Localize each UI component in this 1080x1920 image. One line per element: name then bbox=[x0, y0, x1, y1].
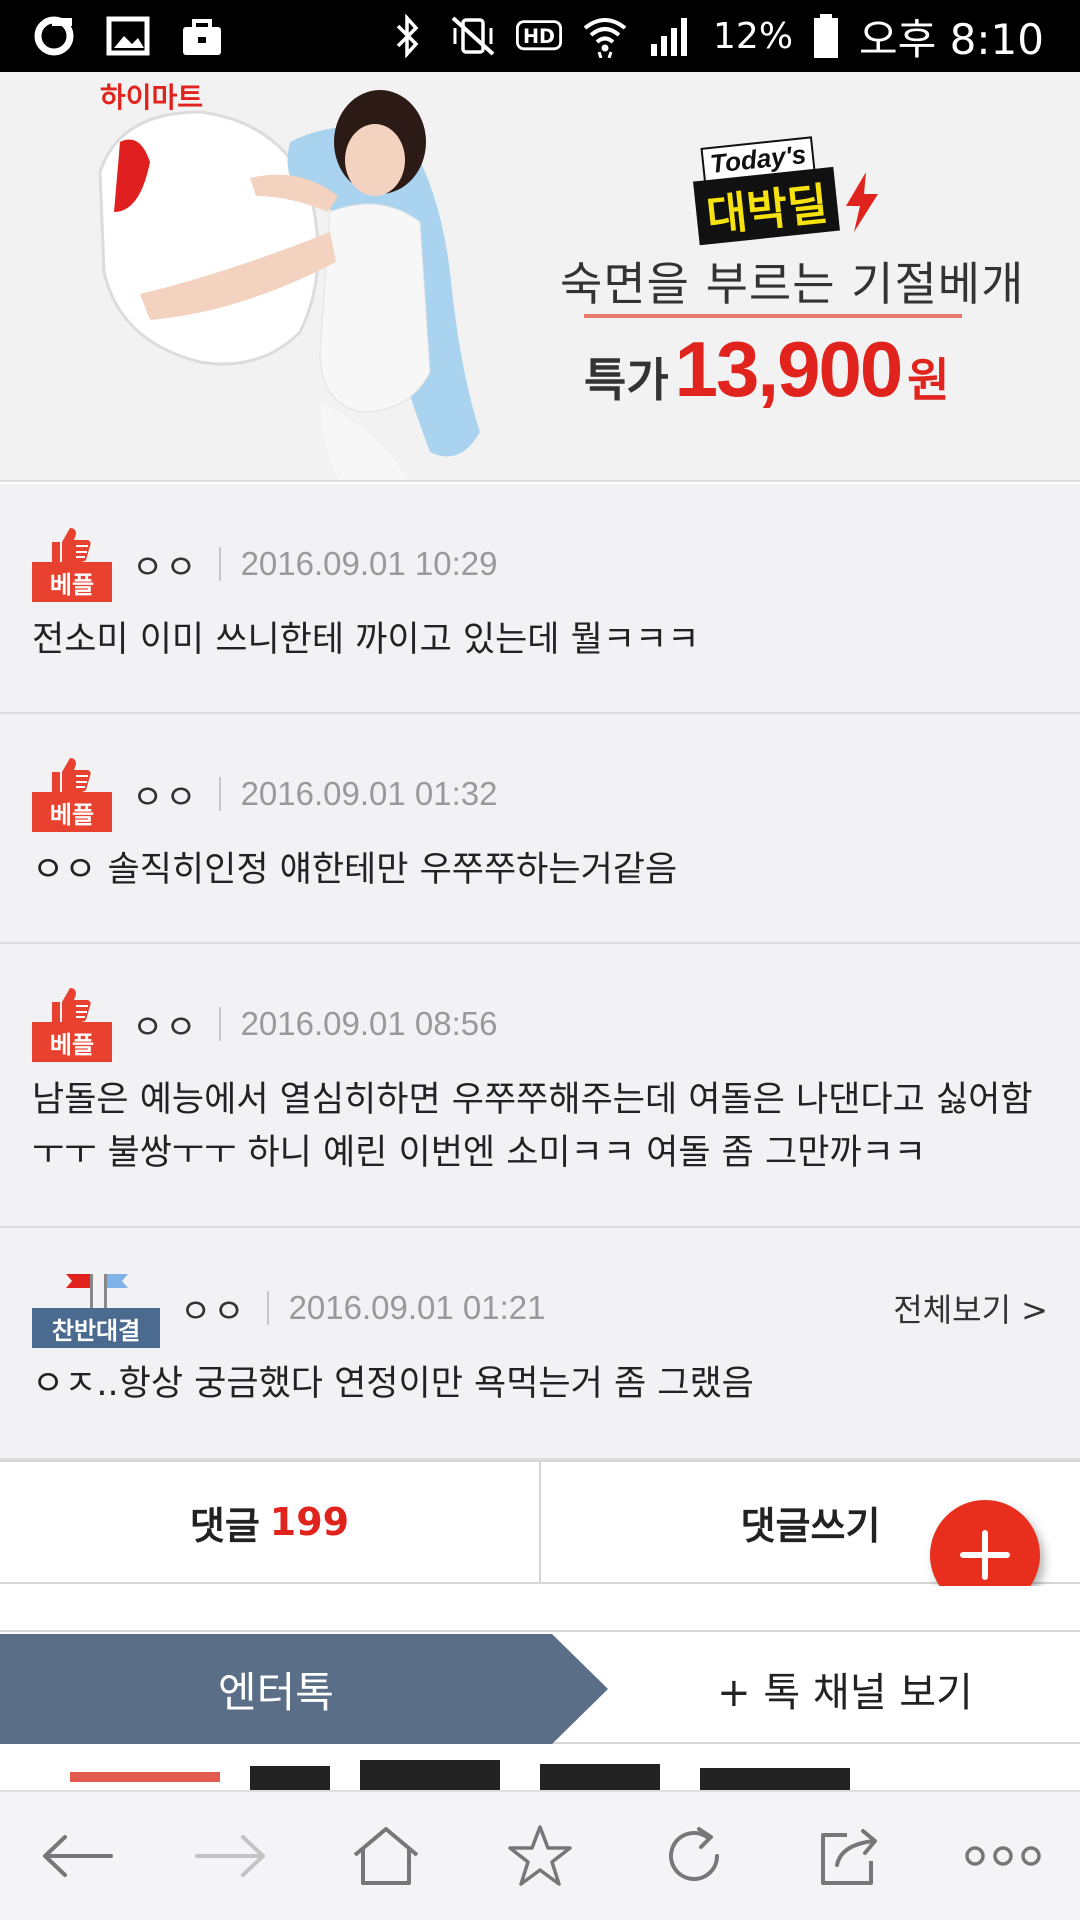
comment-author: ㅇㅇ bbox=[132, 777, 199, 818]
clock: 오후 8:10 bbox=[859, 14, 1044, 64]
thumbs-up-icon bbox=[52, 528, 91, 562]
tab-entertalk[interactable]: 엔터톡 bbox=[0, 1634, 610, 1744]
more-button[interactable] bbox=[948, 1801, 1058, 1911]
refresh-icon bbox=[669, 1827, 720, 1881]
ad-product-image bbox=[98, 90, 480, 480]
comment-item[interactable]: 베플 ㅇㅇ 2016.09.01 01:32 ㅇㅇ 솔직히인정 얘한테만 우쭈쭈… bbox=[0, 714, 1080, 944]
comments-button[interactable]: 댓글 199 bbox=[0, 1462, 539, 1582]
svg-text:HD: HD bbox=[523, 25, 555, 48]
vibrate-icon bbox=[449, 14, 497, 58]
hd-icon: HD bbox=[515, 14, 563, 58]
ad-banner[interactable]: 하이마트 Today's 대박딜 숙면을 부르는 기절베개 특가 13,900 … bbox=[0, 72, 1080, 482]
tab-entertalk-label: 엔터톡 bbox=[218, 1667, 334, 1717]
back-icon bbox=[43, 1835, 114, 1877]
flags-icon bbox=[66, 1274, 128, 1308]
bluetooth-icon bbox=[383, 14, 431, 58]
best-reply-badge: 베플 bbox=[32, 756, 112, 832]
spacer bbox=[0, 1586, 1080, 1632]
home-icon bbox=[353, 1827, 418, 1885]
gallery-icon bbox=[104, 14, 152, 58]
comment-text: 전소미 이미 쓰니한테 까이고 있는데 뭘ㅋㅋㅋ bbox=[32, 620, 700, 660]
signal-icon bbox=[647, 14, 695, 58]
lightning-icon bbox=[846, 172, 878, 232]
share-button[interactable] bbox=[794, 1801, 904, 1911]
home-button[interactable] bbox=[331, 1801, 441, 1911]
refresh-button[interactable] bbox=[639, 1801, 749, 1911]
cropped-text-row bbox=[70, 1760, 850, 1790]
battery-percent: 12% bbox=[713, 15, 794, 57]
forward-button[interactable] bbox=[176, 1801, 286, 1911]
write-comment-label: 댓글쓰기 bbox=[740, 1503, 881, 1548]
divider bbox=[218, 777, 221, 811]
divider bbox=[218, 1007, 221, 1041]
share-icon bbox=[820, 1829, 877, 1885]
comment-date: 2016.09.01 01:32 bbox=[240, 775, 498, 812]
battery-icon bbox=[811, 14, 841, 58]
ad-price: 특가 13,900 원 bbox=[584, 325, 950, 413]
bookmark-icon bbox=[508, 1825, 572, 1886]
channel-bar: 엔터톡 + 톡 채널 보기 bbox=[0, 1634, 1080, 1744]
wifi-icon bbox=[581, 14, 629, 58]
comment-date: 2016.09.01 01:21 bbox=[288, 1289, 546, 1326]
ad-divider bbox=[584, 314, 962, 318]
divider bbox=[218, 547, 221, 581]
comment-item[interactable]: 베플 ㅇㅇ 2016.09.01 10:29 전소미 이미 쓰니한테 까이고 있… bbox=[0, 484, 1080, 714]
best-reply-badge: 베플 bbox=[32, 986, 112, 1062]
browser-toolbar bbox=[0, 1790, 1080, 1920]
view-talk-channels-button[interactable]: + 톡 채널 보기 bbox=[610, 1634, 1080, 1744]
comments-label: 댓글 bbox=[189, 1503, 260, 1548]
thumbs-up-icon bbox=[52, 758, 91, 792]
divider bbox=[266, 1291, 269, 1325]
comment-action-bar: 댓글 199 댓글쓰기 bbox=[0, 1460, 1080, 1584]
view-all-link[interactable]: 전체보기 > bbox=[893, 1285, 1048, 1331]
comment-text: 남돌은 예능에서 열심히하면 우쭈쭈해주는데 여돌은 나댄다고 싫어함ㅜㅜ 불쌍… bbox=[32, 1080, 1033, 1173]
comment-date: 2016.09.01 08:56 bbox=[240, 1005, 498, 1042]
comment-author: ㅇㅇ bbox=[132, 547, 199, 588]
comment-date: 2016.09.01 10:29 bbox=[240, 545, 498, 582]
comment-text: ㅇㅇ 솔직히인정 얘한테만 우쭈쭈하는거같음 bbox=[32, 850, 678, 890]
plus-icon bbox=[960, 1530, 1010, 1580]
forward-icon bbox=[195, 1835, 266, 1877]
comment-item[interactable]: 찬반대결 ㅇㅇ 2016.09.01 01:21 전체보기 > ㅇㅈ..항상 궁… bbox=[0, 1228, 1080, 1460]
best-reply-badge: 베플 bbox=[32, 526, 112, 602]
debate-badge: 찬반대결 bbox=[32, 1268, 160, 1348]
more-icon bbox=[965, 1846, 1041, 1866]
content-peek bbox=[0, 1746, 1080, 1790]
deal-badge: Today's 대박딜 bbox=[690, 136, 880, 246]
ad-headline: 숙면을 부르는 기절베개 bbox=[560, 257, 1025, 311]
comment-item[interactable]: 베플 ㅇㅇ 2016.09.01 08:56 남돌은 예능에서 열심히하면 우쭈… bbox=[0, 944, 1080, 1228]
back-button[interactable] bbox=[22, 1801, 132, 1911]
comment-text: ㅇㅈ..항상 궁금했다 연정이만 욕먹는거 좀 그랬음 bbox=[32, 1364, 754, 1404]
thumbs-up-icon bbox=[52, 988, 91, 1022]
bag-icon bbox=[178, 14, 226, 58]
bookmark-button[interactable] bbox=[485, 1801, 595, 1911]
comments-count: 199 bbox=[269, 1500, 350, 1544]
o-icon bbox=[30, 14, 78, 58]
comment-author: ㅇㅇ bbox=[132, 1007, 199, 1048]
best-comments-list: 베플 ㅇㅇ 2016.09.01 10:29 전소미 이미 쓰니한테 까이고 있… bbox=[0, 484, 1080, 1460]
comment-author: ㅇㅇ bbox=[180, 1291, 247, 1332]
status-bar: HD 12% 오후 8:10 bbox=[0, 0, 1080, 72]
